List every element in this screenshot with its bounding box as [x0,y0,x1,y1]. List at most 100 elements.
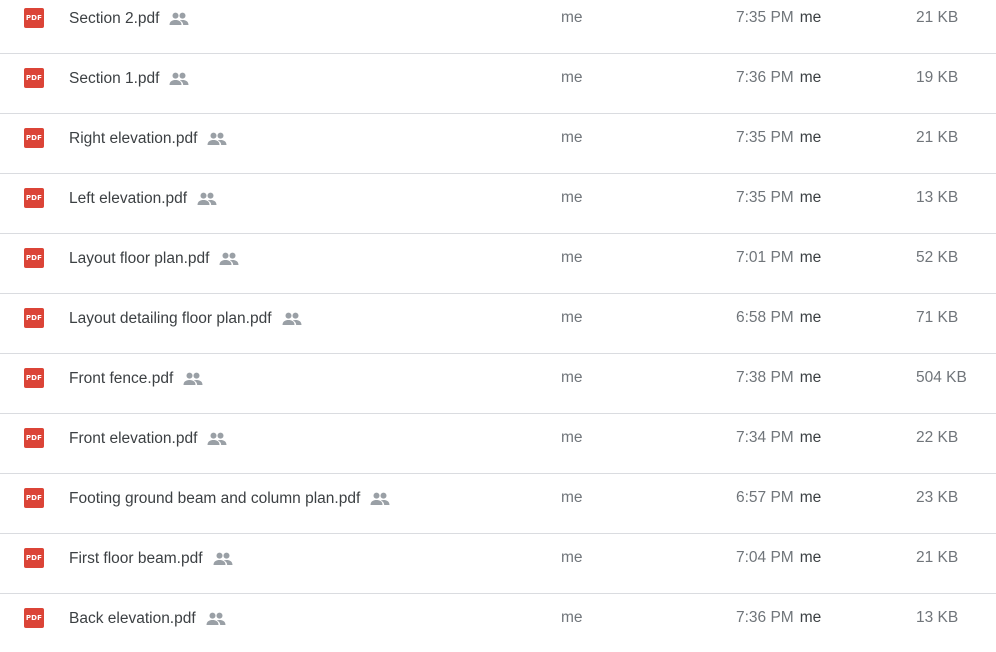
file-row[interactable]: PDF Layout floor plan.pdf me 7:01 PM me 5… [0,234,996,294]
modified-time: 7:34 PM [736,429,794,446]
file-row[interactable]: PDF Layout detailing floor plan.pdf me 6… [0,294,996,354]
owner-cell: me [561,549,583,566]
owner-cell: me [561,369,583,386]
owner-cell: me [561,189,583,206]
file-name[interactable]: Section 1.pdf [69,70,159,88]
file-size-cell: 22 KB [916,429,959,446]
modified-by: me [799,129,822,146]
file-name-cell: Back elevation.pdf [69,594,226,644]
owner-cell: me [561,429,583,446]
modified-by: me [799,69,822,86]
last-modified-cell: 7:35 PM me [736,9,821,27]
owner-cell: me [561,9,583,26]
file-row[interactable]: PDF Back elevation.pdf me 7:36 PM me 13 K… [0,594,996,652]
last-modified-cell: 7:04 PM me [736,549,821,567]
shared-people-icon [282,312,302,326]
last-modified-cell: 6:57 PM me [736,489,821,507]
last-modified-cell: 7:38 PM me [736,369,821,387]
pdf-icon: PDF [24,308,44,328]
last-modified-cell: 7:01 PM me [736,249,821,267]
owner-cell: me [561,69,583,86]
file-row[interactable]: PDF Front elevation.pdf me 7:34 PM me 22 … [0,414,996,474]
shared-people-icon [206,612,226,626]
file-name[interactable]: Layout floor plan.pdf [69,250,209,268]
file-row[interactable]: PDF Section 2.pdf me 7:35 PM me 21 KB [0,0,996,54]
modified-time: 6:57 PM [736,489,794,506]
last-modified-cell: 6:58 PM me [736,309,821,327]
file-name-cell: Layout detailing floor plan.pdf [69,294,302,344]
modified-time: 7:01 PM [736,249,794,266]
file-name[interactable]: Front elevation.pdf [69,430,197,448]
pdf-icon: PDF [24,128,44,148]
modified-time: 7:04 PM [736,549,794,566]
file-row[interactable]: PDF Section 1.pdf me 7:36 PM me 19 KB [0,54,996,114]
file-name-cell: Section 2.pdf [69,0,189,44]
shared-people-icon [169,72,189,86]
modified-time: 6:58 PM [736,309,794,326]
owner-cell: me [561,249,583,266]
pdf-icon: PDF [24,548,44,568]
last-modified-cell: 7:36 PM me [736,609,821,627]
file-row[interactable]: PDF Footing ground beam and column plan.… [0,474,996,534]
pdf-icon: PDF [24,488,44,508]
file-name[interactable]: Footing ground beam and column plan.pdf [69,490,360,508]
modified-time: 7:38 PM [736,369,794,386]
file-name[interactable]: First floor beam.pdf [69,550,203,568]
modified-by: me [799,9,822,26]
file-name[interactable]: Front fence.pdf [69,370,173,388]
file-name-cell: Front fence.pdf [69,354,203,404]
shared-people-icon [370,492,390,506]
modified-by: me [799,429,822,446]
file-size-cell: 21 KB [916,9,959,26]
pdf-icon: PDF [24,248,44,268]
modified-by: me [799,369,822,386]
pdf-icon: PDF [24,608,44,628]
file-row[interactable]: PDF First floor beam.pdf me 7:04 PM me 21… [0,534,996,594]
file-size-cell: 23 KB [916,489,959,506]
file-size-cell: 21 KB [916,129,959,146]
shared-people-icon [183,372,203,386]
file-name[interactable]: Left elevation.pdf [69,190,187,208]
file-row[interactable]: PDF Right elevation.pdf me 7:35 PM me 21 … [0,114,996,174]
last-modified-cell: 7:35 PM me [736,129,821,147]
file-row[interactable]: PDF Left elevation.pdf me 7:35 PM me 13 K… [0,174,996,234]
file-name[interactable]: Back elevation.pdf [69,610,196,628]
file-size-cell: 19 KB [916,69,959,86]
file-name-cell: Footing ground beam and column plan.pdf [69,474,390,524]
file-name[interactable]: Section 2.pdf [69,10,159,28]
modified-time: 7:35 PM [736,9,794,26]
file-size-cell: 504 KB [916,369,967,386]
owner-cell: me [561,489,583,506]
file-name-cell: First floor beam.pdf [69,534,233,584]
file-size-cell: 71 KB [916,309,959,326]
file-name[interactable]: Right elevation.pdf [69,130,197,148]
shared-people-icon [219,252,239,266]
modified-time: 7:35 PM [736,189,794,206]
modified-time: 7:36 PM [736,609,794,626]
modified-time: 7:36 PM [736,69,794,86]
shared-people-icon [197,192,217,206]
shared-people-icon [169,12,189,26]
file-name-cell: Front elevation.pdf [69,414,227,464]
file-name-cell: Layout floor plan.pdf [69,234,239,284]
pdf-icon: PDF [24,68,44,88]
last-modified-cell: 7:34 PM me [736,429,821,447]
file-size-cell: 52 KB [916,249,959,266]
file-name[interactable]: Layout detailing floor plan.pdf [69,310,272,328]
file-size-cell: 21 KB [916,549,959,566]
pdf-icon: PDF [24,368,44,388]
file-name-cell: Right elevation.pdf [69,114,227,164]
pdf-icon: PDF [24,8,44,28]
file-name-cell: Left elevation.pdf [69,174,217,224]
pdf-icon: PDF [24,428,44,448]
shared-people-icon [207,132,227,146]
pdf-icon: PDF [24,188,44,208]
modified-by: me [799,549,822,566]
file-row[interactable]: PDF Front fence.pdf me 7:38 PM me 504 KB [0,354,996,414]
file-size-cell: 13 KB [916,609,959,626]
shared-people-icon [213,552,233,566]
file-size-cell: 13 KB [916,189,959,206]
last-modified-cell: 7:36 PM me [736,69,821,87]
owner-cell: me [561,309,583,326]
modified-by: me [799,249,822,266]
